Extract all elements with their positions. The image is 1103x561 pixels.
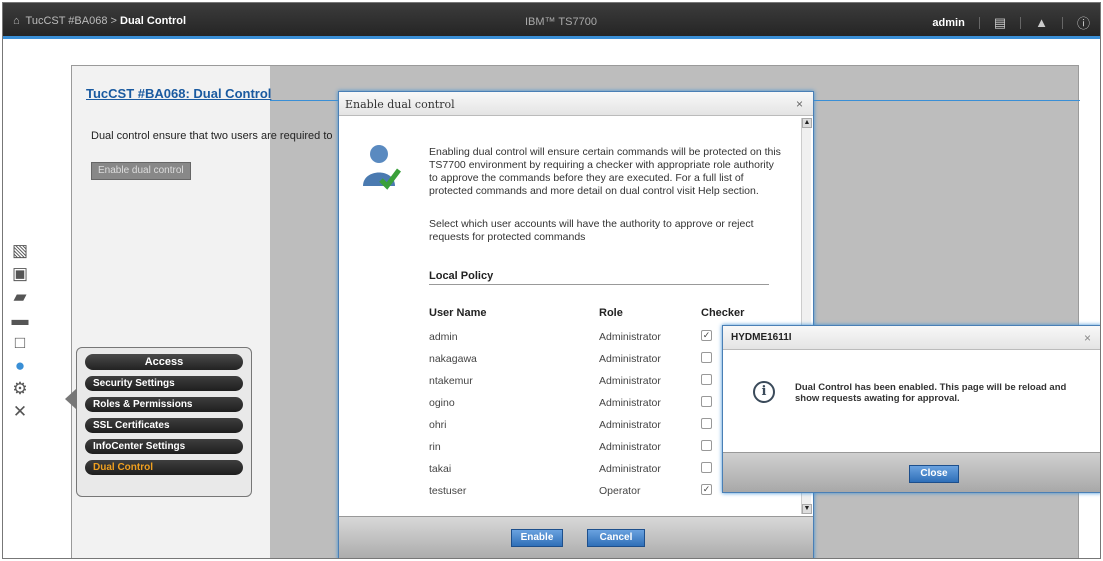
local-policy-title: Local Policy [429, 270, 494, 282]
user-name: testuser [429, 485, 467, 497]
user-name: takai [429, 463, 452, 475]
enable-button[interactable]: Enable [511, 529, 563, 547]
checker-checkbox[interactable]: ✓ [701, 330, 712, 341]
user-name: ohri [429, 419, 447, 431]
settings-icon[interactable]: ⚙ [9, 379, 31, 399]
app-window: ⌂ TucCST #BA068 > Dual Control IBM™ TS77… [2, 2, 1101, 559]
breadcrumb-system[interactable]: TucCST #BA068 [26, 15, 108, 27]
scroll-down-icon[interactable]: ▼ [802, 504, 812, 514]
checker-checkbox[interactable] [701, 352, 712, 363]
page-title: TucCST #BA068: Dual Control [86, 86, 272, 101]
table-row: testuser Operator ✓ [429, 484, 749, 507]
access-icon[interactable]: ● [9, 356, 31, 376]
left-navigation: ▧ ▣ ▰ ▬ □ ● ⚙ ✕ [9, 241, 39, 425]
close-icon[interactable]: × [1084, 331, 1091, 345]
access-menu-pointer [65, 389, 76, 409]
home-icon[interactable]: ⌂ [13, 15, 20, 27]
user-role: Operator [599, 485, 641, 497]
checker-checkbox[interactable]: ✓ [701, 484, 712, 495]
breadcrumb-separator: > [110, 15, 117, 27]
cluster-icon[interactable]: ▧ [9, 241, 31, 261]
clipboard-icon[interactable]: ▤ [994, 15, 1006, 31]
table-row: rin Administrator [429, 440, 749, 463]
policy-divider [429, 284, 769, 285]
user-menu[interactable]: admin [932, 17, 964, 29]
user-role: Administrator [599, 397, 661, 409]
close-button[interactable]: Close [909, 465, 959, 483]
checker-checkbox[interactable] [701, 418, 712, 429]
column-header-user-name: User Name [429, 307, 487, 319]
top-bar: ⌂ TucCST #BA068 > Dual Control IBM™ TS77… [3, 3, 1100, 39]
table-row: ntakemur Administrator [429, 374, 749, 397]
scroll-up-icon[interactable]: ▲ [802, 118, 812, 128]
close-icon[interactable]: × [796, 97, 803, 111]
user-name: nakagawa [429, 353, 477, 365]
enable-dual-control-button: Enable dual control [91, 162, 191, 180]
message-text: Dual Control has been enabled. This page… [795, 382, 1067, 404]
user-name: ntakemur [429, 375, 473, 387]
page-description: Dual control ensure that two users are r… [91, 130, 333, 142]
access-menu: Access Security Settings Roles & Permiss… [76, 347, 252, 497]
user-role: Administrator [599, 463, 661, 475]
menu-item-roles-permissions[interactable]: Roles & Permissions [85, 397, 243, 412]
access-menu-title: Access [85, 354, 243, 370]
menu-item-ssl-certificates[interactable]: SSL Certificates [85, 418, 243, 433]
checker-checkbox[interactable] [701, 374, 712, 385]
monitor-icon[interactable]: ▣ [9, 264, 31, 284]
message-title: HYDME1611I [723, 326, 1100, 350]
column-header-role: Role [599, 307, 623, 319]
help-icon[interactable]: ⓘ [1077, 13, 1090, 32]
drive-icon[interactable]: ▰ [9, 287, 31, 307]
user-role: Administrator [599, 375, 661, 387]
menu-item-security-settings[interactable]: Security Settings [85, 376, 243, 391]
dialog-intro: Enabling dual control will ensure certai… [429, 146, 781, 197]
user-role: Administrator [599, 331, 661, 343]
bell-icon[interactable]: ▲ [1035, 15, 1048, 30]
menu-item-dual-control[interactable]: Dual Control [85, 460, 243, 475]
tools-icon[interactable]: ✕ [9, 402, 31, 422]
user-role: Administrator [599, 441, 661, 453]
storage-icon[interactable]: ▬ [9, 310, 31, 330]
menu-item-infocenter-settings[interactable]: InfoCenter Settings [85, 439, 243, 454]
divider [1020, 16, 1022, 29]
confirmation-message-dialog: HYDME1611I × i Dual Control has been ena… [722, 325, 1100, 493]
dialog-select-text: Select which user accounts will have the… [429, 218, 754, 243]
cancel-button[interactable]: Cancel [587, 529, 645, 547]
user-check-icon [363, 145, 401, 190]
info-icon: i [753, 381, 775, 403]
user-name: ogino [429, 397, 455, 409]
column-header-checker: Checker [701, 307, 745, 319]
dialog-footer: Enable Cancel [339, 516, 813, 558]
table-row: takai Administrator [429, 462, 749, 485]
message-footer: Close [723, 452, 1100, 492]
divider [978, 16, 980, 29]
checker-checkbox[interactable] [701, 440, 712, 451]
breadcrumb-current: Dual Control [120, 15, 187, 27]
product-name: IBM™ TS7700 [525, 16, 597, 28]
breadcrumb: ⌂ TucCST #BA068 > Dual Control [13, 15, 186, 27]
table-row: nakagawa Administrator [429, 352, 749, 375]
checker-checkbox[interactable] [701, 396, 712, 407]
notepad-icon[interactable]: □ [9, 333, 31, 353]
user-name: admin [429, 331, 458, 343]
table-row: ohri Administrator [429, 418, 749, 441]
table-row: ogino Administrator [429, 396, 749, 419]
user-name: rin [429, 441, 441, 453]
dialog-title: Enable dual control [339, 92, 813, 116]
table-row: admin Administrator ✓ [429, 330, 749, 353]
user-role: Administrator [599, 419, 661, 431]
checker-checkbox[interactable] [701, 462, 712, 473]
divider [1061, 16, 1063, 29]
user-role: Administrator [599, 353, 661, 365]
